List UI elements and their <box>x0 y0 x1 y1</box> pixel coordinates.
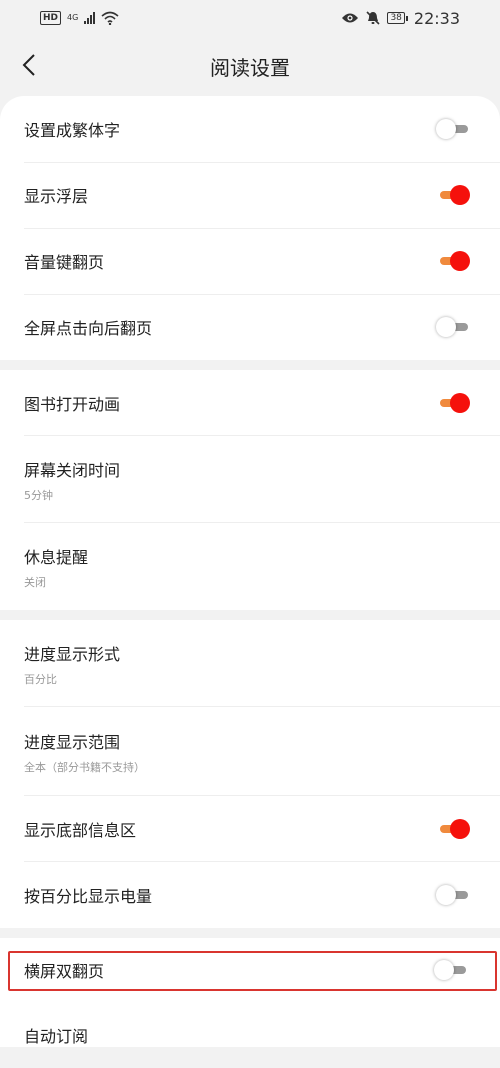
battery-level: 38 <box>387 12 405 24</box>
nav-bar: 阅读设置 <box>0 36 500 96</box>
status-bar: HD 4G 38 22:33 <box>0 0 500 36</box>
open-animation-toggle[interactable] <box>436 392 470 414</box>
setting-row-auto-subscribe[interactable]: 自动订阅 <box>0 1002 500 1068</box>
signal-icon <box>84 12 96 24</box>
chevron-left-icon <box>22 54 35 76</box>
eye-icon <box>342 13 359 23</box>
setting-label: 自动订阅 <box>24 1027 89 1046</box>
setting-row-progress-format[interactable]: 进度显示形式 百分比 <box>0 620 500 707</box>
bottom-info-toggle[interactable] <box>436 818 470 840</box>
setting-row-landscape-double-page[interactable]: 横屏双翻页 <box>0 938 500 1002</box>
status-right: 38 22:33 <box>341 9 460 28</box>
setting-row-bottom-info[interactable]: 显示底部信息区 <box>0 796 500 862</box>
setting-label: 进度显示范围 <box>24 732 121 752</box>
setting-value: 百分比 <box>24 672 57 686</box>
volume-key-toggle[interactable] <box>436 250 470 272</box>
setting-label: 横屏双翻页 <box>24 962 105 981</box>
status-left: HD 4G <box>40 11 119 25</box>
setting-row-progress-range[interactable]: 进度显示范围 全本（部分书籍不支持） <box>0 707 500 796</box>
bell-muted-icon <box>366 11 381 25</box>
setting-row-show-overlay[interactable]: 显示浮层 <box>0 162 500 228</box>
settings-group-4: 横屏双翻页 自动订阅 <box>0 938 500 1047</box>
setting-label: 屏幕关闭时间 <box>24 460 121 480</box>
setting-label: 显示浮层 <box>24 187 89 206</box>
battery-icon: 38 <box>387 12 408 24</box>
setting-value: 全本（部分书籍不支持） <box>24 760 145 774</box>
setting-row-open-animation[interactable]: 图书打开动画 <box>0 370 500 436</box>
setting-label: 按百分比显示电量 <box>24 887 153 906</box>
setting-value: 5分钟 <box>24 488 53 502</box>
traditional-chinese-toggle[interactable] <box>436 118 470 140</box>
show-overlay-toggle[interactable] <box>436 184 470 206</box>
setting-label: 音量键翻页 <box>24 253 105 272</box>
setting-value: 关闭 <box>24 575 46 589</box>
setting-label: 显示底部信息区 <box>24 821 137 840</box>
setting-label: 设置成繁体字 <box>24 121 121 140</box>
setting-row-volume-key[interactable]: 音量键翻页 <box>0 228 500 294</box>
setting-row-traditional-chinese[interactable]: 设置成繁体字 <box>0 96 500 162</box>
wifi-icon <box>101 11 119 25</box>
setting-row-rest-reminder[interactable]: 休息提醒 关闭 <box>0 523 500 610</box>
setting-row-fullscreen-tap[interactable]: 全屏点击向后翻页 <box>0 294 500 360</box>
setting-row-battery-percent[interactable]: 按百分比显示电量 <box>0 862 500 928</box>
back-button[interactable] <box>14 50 44 80</box>
network-type: 4G <box>67 13 79 22</box>
settings-group-3: 进度显示形式 百分比 进度显示范围 全本（部分书籍不支持） 显示底部信息区 按百… <box>0 620 500 928</box>
settings-group-2: 图书打开动画 屏幕关闭时间 5分钟 休息提醒 关闭 <box>0 370 500 610</box>
hd-badge: HD <box>40 11 62 25</box>
landscape-double-page-toggle[interactable] <box>434 959 468 981</box>
setting-label: 休息提醒 <box>24 547 89 567</box>
page-title: 阅读设置 <box>210 55 290 80</box>
setting-label: 进度显示形式 <box>24 644 121 664</box>
setting-label: 图书打开动画 <box>24 395 121 414</box>
fullscreen-tap-toggle[interactable] <box>436 316 470 338</box>
status-time: 22:33 <box>413 8 460 28</box>
setting-row-screen-off-time[interactable]: 屏幕关闭时间 5分钟 <box>0 436 500 523</box>
battery-percent-toggle[interactable] <box>436 884 470 906</box>
setting-label: 全屏点击向后翻页 <box>24 319 153 338</box>
settings-group-1: 设置成繁体字 显示浮层 音量键翻页 全屏点击向后翻页 <box>0 96 500 360</box>
